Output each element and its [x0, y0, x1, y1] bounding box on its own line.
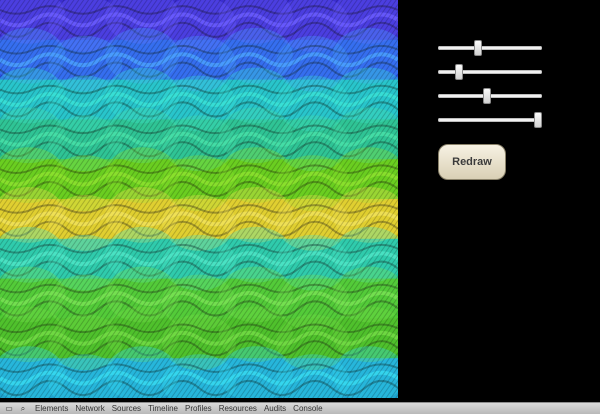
dock-icon[interactable]: ▭ — [4, 404, 14, 413]
slider-3[interactable] — [438, 88, 542, 104]
redraw-button[interactable]: Redraw — [438, 144, 506, 180]
slider-4[interactable] — [438, 112, 542, 128]
slider-thumb[interactable] — [473, 40, 482, 56]
tab-network[interactable]: Network — [75, 404, 104, 413]
tab-audits[interactable]: Audits — [264, 404, 286, 413]
slider-thumb[interactable] — [454, 64, 463, 80]
slider-1[interactable] — [438, 40, 542, 56]
slider-thumb[interactable] — [482, 88, 491, 104]
tab-resources[interactable]: Resources — [219, 404, 257, 413]
tab-elements[interactable]: Elements — [35, 404, 68, 413]
slider-2[interactable] — [438, 64, 542, 80]
slider-thumb[interactable] — [533, 112, 542, 128]
devtools-bar: ▭ ⌕ Elements Network Sources Timeline Pr… — [0, 402, 600, 414]
tab-sources[interactable]: Sources — [112, 404, 141, 413]
slider-track — [438, 70, 542, 74]
tab-timeline[interactable]: Timeline — [148, 404, 178, 413]
search-icon[interactable]: ⌕ — [18, 404, 28, 413]
generative-art-canvas — [0, 0, 398, 398]
controls-panel: Redraw — [398, 0, 600, 402]
tab-console[interactable]: Console — [293, 404, 322, 413]
slider-track — [438, 46, 542, 50]
slider-track — [438, 118, 542, 122]
tab-profiles[interactable]: Profiles — [185, 404, 212, 413]
